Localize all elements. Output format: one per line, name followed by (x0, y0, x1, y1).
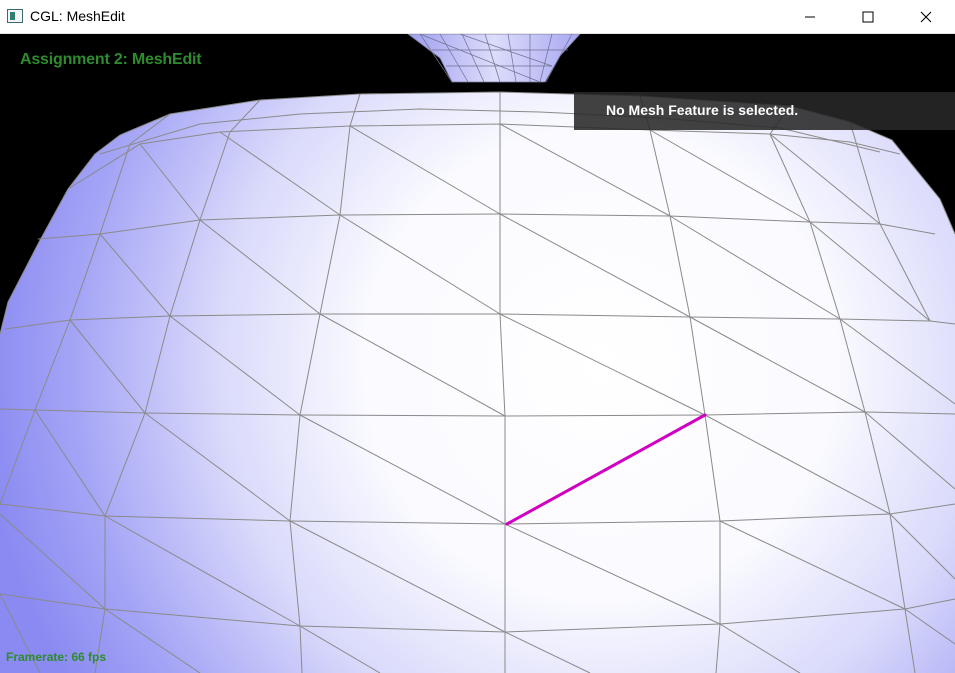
close-button[interactable] (897, 0, 955, 34)
app-window-icon (7, 9, 23, 23)
assignment-title: Assignment 2: MeshEdit (20, 51, 202, 68)
selection-status-text: No Mesh Feature is selected. (606, 102, 799, 118)
mesh-body (0, 92, 955, 673)
selection-info-panel: No Mesh Feature is selected. (574, 92, 955, 130)
close-icon (920, 11, 932, 23)
minimize-button[interactable] (781, 0, 839, 34)
maximize-icon (862, 11, 874, 23)
minimize-icon (805, 16, 815, 18)
framerate-label: Framerate: 66 fps (6, 650, 107, 664)
maximize-button[interactable] (839, 0, 897, 34)
render-viewport[interactable]: Assignment 2: MeshEdit No Mesh Feature i… (0, 34, 955, 673)
window-title: CGL: MeshEdit (30, 8, 125, 24)
title-bar[interactable]: CGL: MeshEdit (0, 0, 955, 34)
mesh-neck (407, 34, 581, 83)
